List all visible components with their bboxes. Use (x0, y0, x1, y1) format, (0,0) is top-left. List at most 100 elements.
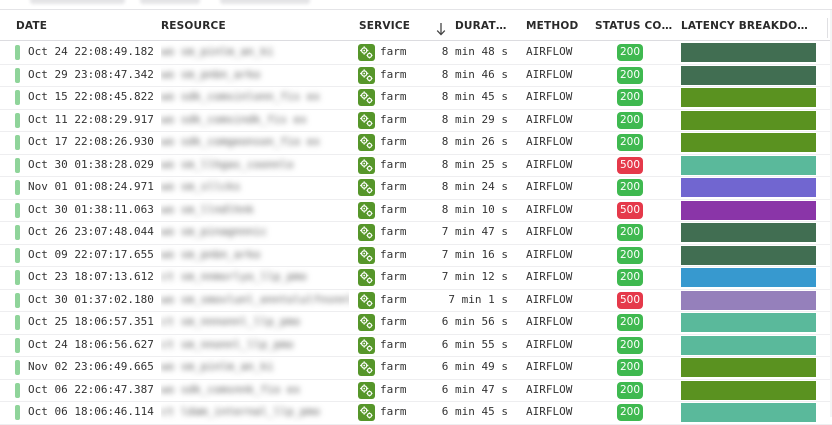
column-header-service[interactable]: SERVICE (359, 10, 429, 40)
cell-resource[interactable]: wo sm_sllcks (161, 176, 349, 198)
cell-service[interactable]: farm (358, 266, 433, 288)
status-code-badge: 200 (617, 404, 643, 421)
cell-resource[interactable]: wo sdk_comgeonson_fio ex (161, 131, 349, 153)
table-row[interactable]: Oct 09 22:07:17.655 wo sm_pnbn_arko farm… (0, 244, 832, 267)
cell-resource[interactable]: ct ldam_internal_llp_pmo (161, 401, 349, 423)
cell-resource[interactable]: ct sm_nnnonnl_llp_pmo (161, 311, 349, 333)
cell-service[interactable]: farm (358, 64, 433, 86)
column-header-method[interactable]: METHOD (526, 10, 586, 40)
table-row[interactable]: Oct 30 01:38:28.029 wo sm_llhgas_coonnlo (0, 154, 832, 177)
latency-breakdown-bar[interactable] (681, 335, 816, 355)
cell-service[interactable]: farm (358, 41, 433, 63)
cell-resource[interactable]: wo sdk_comsnnk_fio ex (161, 379, 349, 401)
cell-resource[interactable]: wo sm_pnbn_arko (161, 64, 349, 86)
table-row[interactable]: Oct 11 22:08:29.917 wo sdk_comsindk_fis … (0, 109, 832, 132)
cell-resource[interactable]: wo sm_pnbn_arko (161, 244, 349, 266)
latency-breakdown-bar[interactable] (681, 88, 816, 107)
cell-method: AIRFLOW (526, 45, 573, 58)
cell-service[interactable]: farm (358, 154, 433, 176)
table-row[interactable]: Oct 30 01:37:02.180 wo sm_smovlunl_ennto… (0, 289, 832, 312)
service-gears-icon (358, 381, 375, 399)
table-row[interactable]: Nov 01 01:08:24.971 wo sm_sllcks farm 8 … (0, 176, 832, 200)
cell-service[interactable]: farm (358, 86, 433, 108)
cell-resource[interactable]: wo sm_smovlunl_enntolulfnsnnl wl (161, 289, 349, 311)
service-label: farm (380, 225, 407, 238)
table-row[interactable]: Oct 29 23:08:47.342 wo sm_pnbn_arko farm… (0, 64, 832, 87)
cell-resource[interactable]: wo sdk_comsindk_fis ex (161, 109, 349, 131)
column-header-resource[interactable]: RESOURCE (161, 10, 311, 40)
resource-text-redacted: wo sdk_comsindk_fis ex (161, 112, 307, 126)
cell-service[interactable]: farm (358, 311, 433, 333)
row-status-indicator (15, 405, 20, 420)
row-status-indicator (15, 90, 20, 105)
column-header-latency-breakdown[interactable]: LATENCY BREAKDOWN (681, 10, 811, 40)
table-row[interactable]: Oct 17 22:08:26.930 wo sdk_comgeonson_fi… (0, 131, 832, 155)
latency-breakdown-bar[interactable] (681, 313, 816, 332)
column-header-date[interactable]: DATE (16, 10, 136, 40)
latency-breakdown-bar[interactable] (681, 245, 816, 265)
cell-resource[interactable]: wo sm_llhgas_coonnlo (161, 154, 349, 176)
cell-service[interactable]: farm (358, 244, 433, 266)
resource-text-redacted: wo sm_pnbn_arko (161, 247, 261, 261)
service-gears-icon (358, 156, 375, 174)
cell-duration: 6 min 47 s (441, 382, 508, 396)
row-status-indicator (15, 45, 20, 60)
latency-breakdown-bar[interactable] (681, 268, 816, 287)
cell-resource[interactable]: wo sm_llndlhnk (161, 199, 349, 221)
table-row[interactable]: Oct 26 23:07:48.044 wo sm_pinagnnnic far… (0, 221, 832, 245)
latency-breakdown-bar[interactable] (681, 133, 816, 152)
column-header-duration[interactable]: DURATI... (455, 10, 507, 40)
table-row[interactable]: Oct 24 18:06:56.627 ct sm_nnonnl_llp_pmo (0, 334, 832, 357)
column-header-status-code[interactable]: STATUS CODE (595, 10, 675, 40)
cell-service[interactable]: farm (358, 379, 433, 401)
table-row[interactable]: Oct 24 22:08:49.182 wo sm_pinlm_an_ki fa… (0, 41, 832, 65)
cell-date: Oct 30 01:38:11.063 (28, 202, 154, 216)
arrow-down-icon[interactable] (436, 22, 446, 36)
cell-duration: 8 min 26 s (441, 135, 508, 148)
cell-service[interactable]: farm (358, 334, 433, 356)
latency-breakdown-bar[interactable] (681, 65, 816, 85)
service-label: farm (380, 315, 407, 328)
cell-resource[interactable]: wo sm_pinagnnnic (161, 221, 349, 243)
cell-resource[interactable]: wo sm_pinlm_an_ki (161, 41, 349, 63)
table-row[interactable]: Nov 02 23:06:49.665 wo sm_pinlm_an_ki fa… (0, 356, 832, 380)
service-label: farm (380, 382, 407, 396)
cell-date: Oct 24 22:08:49.182 (28, 45, 154, 58)
cell-method: AIRFLOW (526, 90, 573, 103)
cell-duration: 6 min 55 s (441, 337, 508, 351)
column-resize-handle[interactable] (827, 18, 828, 38)
latency-breakdown-bar[interactable] (681, 110, 816, 130)
cell-date: Oct 26 23:07:48.044 (28, 225, 154, 238)
cell-resource[interactable]: wo sm_pinlm_an_ki (161, 356, 349, 378)
cell-method: AIRFLOW (526, 67, 573, 81)
latency-breakdown-bar[interactable] (681, 223, 816, 242)
cell-service[interactable]: farm (358, 401, 433, 423)
cell-service[interactable]: farm (358, 221, 433, 243)
latency-breakdown-bar[interactable] (681, 178, 816, 197)
latency-breakdown-bar[interactable] (681, 43, 816, 62)
cell-duration: 7 min 12 s (441, 270, 508, 283)
table-row[interactable]: Oct 30 01:38:11.063 wo sm_llndlhnk farm … (0, 199, 832, 222)
cell-service[interactable]: farm (358, 356, 433, 378)
cell-service[interactable]: farm (358, 109, 433, 131)
latency-breakdown-bar[interactable] (681, 403, 816, 422)
table-row[interactable]: Oct 25 18:06:57.351 ct sm_nnnonnl_llp_pm… (0, 311, 832, 335)
table-row[interactable]: Oct 23 18:07:13.612 ct sm_nnmorlyo_llp_p… (0, 266, 832, 290)
latency-breakdown-bar[interactable] (681, 155, 816, 175)
cell-service[interactable]: farm (358, 176, 433, 198)
table-row[interactable]: Oct 15 22:08:45.822 wo sdk_comsinlonn_fi… (0, 86, 832, 110)
table-row[interactable]: Oct 06 22:06:47.387 wo sdk_comsnnk_fio e… (0, 379, 832, 402)
table-row[interactable]: Oct 06 18:06:46.114 ct ldam_internal_llp… (0, 401, 832, 425)
latency-breakdown-bar[interactable] (681, 290, 816, 310)
status-code-badge: 200 (617, 134, 643, 151)
latency-breakdown-bar[interactable] (681, 200, 816, 220)
cell-resource[interactable]: ct sm_nnonnl_llp_pmo (161, 334, 349, 356)
cell-service[interactable]: farm (358, 199, 433, 221)
cell-resource[interactable]: wo sdk_comsinlonn_fis ex (161, 86, 349, 108)
cell-service[interactable]: farm (358, 131, 433, 153)
latency-breakdown-bar[interactable] (681, 358, 816, 377)
cell-service[interactable]: farm (358, 289, 433, 311)
service-gears-icon (358, 224, 375, 241)
cell-resource[interactable]: ct sm_nnmorlyo_llp_pmo (161, 266, 349, 288)
latency-breakdown-bar[interactable] (681, 380, 816, 400)
